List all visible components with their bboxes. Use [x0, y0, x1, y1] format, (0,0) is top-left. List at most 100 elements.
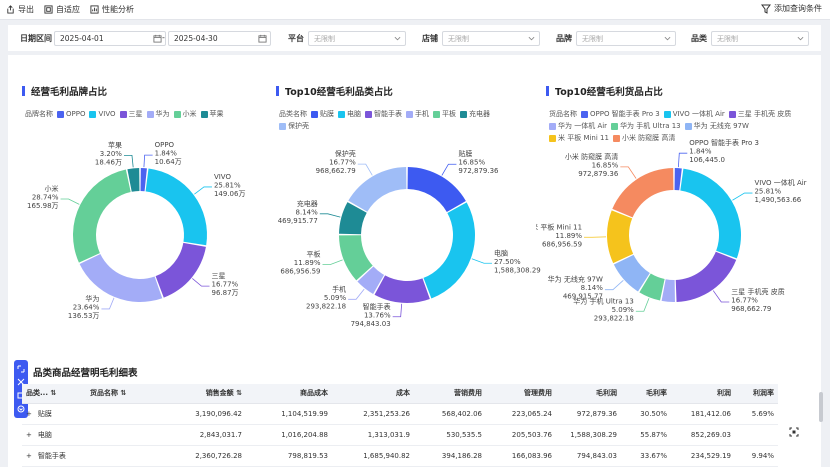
legend-swatch	[663, 110, 671, 118]
slice-label: 8.14%	[296, 208, 319, 216]
legend-item[interactable]: OPPO	[57, 110, 85, 118]
slice-label: 149.06万	[214, 190, 246, 198]
legend-item[interactable]: VIVO	[89, 110, 116, 118]
donut-slice[interactable]	[612, 168, 674, 218]
donut-slice[interactable]	[145, 168, 207, 246]
legend-item[interactable]: 充电器	[460, 109, 490, 119]
legend-item[interactable]: OPPO 智能手表 Pro 3	[581, 109, 660, 119]
slice-label: 16.77%	[731, 297, 758, 305]
legend-item[interactable]: 平板	[433, 109, 456, 119]
slice-label: 5.09%	[324, 294, 347, 302]
detail-table: 品类... ⇅ 货品名称 ⇅ 销售金额 ⇅ 商品成本 成本 营销费用 管理费用 …	[22, 384, 778, 467]
slice-label: 华为 无线充 97W	[548, 275, 603, 284]
leader-line	[441, 163, 457, 176]
col-header-category[interactable]: 品类... ⇅	[22, 384, 86, 404]
col-header-profit-rate[interactable]: 利润率	[735, 384, 778, 404]
value-cell: 166,083.96	[486, 445, 556, 467]
add-query-button[interactable]: 添加查询条件	[761, 3, 822, 14]
slice-label: 469,915.77	[563, 293, 603, 301]
col-header-profit[interactable]: 利润	[671, 384, 735, 404]
col-header-management[interactable]: 管理费用	[486, 384, 556, 404]
expand-plus-icon[interactable]: +	[26, 431, 32, 439]
chart3-title: Top10经营毛利货品占比	[546, 84, 663, 98]
leader-line	[319, 213, 341, 218]
legend-swatch	[728, 110, 736, 118]
slice-label: 1.84%	[155, 150, 178, 158]
donut-slice[interactable]	[607, 210, 634, 264]
date-start-input[interactable]: 2025-04-01	[54, 31, 166, 46]
legend-label: 电脑	[347, 110, 361, 118]
donut-slice[interactable]	[348, 167, 407, 212]
legend-label: 华为	[155, 110, 170, 118]
slice-label: 293,822.18	[594, 314, 634, 322]
platform-select[interactable]: 无限制	[308, 31, 406, 46]
col-header-goods-cost[interactable]: 商品成本	[246, 384, 332, 404]
col-header-product[interactable]: 货品名称 ⇅	[86, 384, 176, 404]
donut-slice[interactable]	[423, 202, 475, 299]
category-cell[interactable]: + 电脑	[22, 424, 86, 446]
expand-plus-icon[interactable]: +	[26, 410, 32, 418]
legend-item[interactable]: 小米	[173, 109, 197, 119]
col-header-gross-profit[interactable]: 毛利润	[556, 384, 621, 404]
slice-label: 平板	[306, 249, 320, 258]
fullscreen-button[interactable]	[786, 424, 802, 440]
donut-slice[interactable]	[73, 169, 131, 263]
category-select[interactable]: 无限制	[711, 31, 809, 46]
export-icon	[7, 5, 14, 14]
legend-item[interactable]: 苹果	[200, 109, 224, 119]
performance-icon	[90, 5, 99, 14]
legend-item[interactable]: 智能手表	[365, 109, 402, 119]
slice-label: 686,956.59	[280, 267, 320, 275]
donut-slice[interactable]	[374, 275, 430, 303]
date-end-input[interactable]: 2025-04-30	[168, 31, 271, 46]
legend-swatch	[173, 110, 181, 118]
value-cell: 33.67%	[621, 445, 671, 467]
fullscreen-icon	[789, 427, 799, 437]
calendar-icon	[153, 34, 162, 43]
col-header-gross-margin[interactable]: 毛利率	[621, 384, 671, 404]
col-header-marketing[interactable]: 营销费用	[414, 384, 486, 404]
table-row[interactable]: + 智能手表 2,360,726.28 798,819.53 1,685,940.82 3…	[22, 445, 778, 467]
table-scrollbar[interactable]	[819, 392, 823, 422]
slice-label: 智能手表	[363, 302, 391, 311]
legend-swatch	[279, 122, 286, 130]
table-row[interactable]: + 电脑 2,843,031.7 1,016,204.88 1,313,031.9 530…	[22, 424, 778, 446]
adapt-button[interactable]: 自适应	[44, 4, 80, 15]
product-cell	[86, 403, 176, 425]
legend-item[interactable]: VIVO 一体机 Air	[663, 109, 725, 119]
legend-item[interactable]: 三星 手机壳 皮质	[728, 109, 791, 119]
expand-plus-icon[interactable]: +	[26, 452, 32, 460]
value-cell: 798,819.53	[246, 445, 332, 467]
expand-icon[interactable]	[17, 365, 25, 373]
brand-select[interactable]: 无限制	[576, 31, 676, 46]
donut-slice[interactable]	[407, 167, 466, 212]
donut-slice[interactable]	[675, 251, 737, 302]
export-button[interactable]: 导出	[6, 4, 34, 15]
slice-label: 23.64%	[73, 303, 100, 311]
category-cell[interactable]: + 贴膜	[22, 403, 86, 425]
legend-item[interactable]: 三星	[119, 109, 143, 119]
donut-slice[interactable]	[140, 168, 147, 192]
col-header-cost[interactable]: 成本	[332, 384, 414, 404]
slice-label: 28.74%	[32, 193, 59, 201]
donut-slice[interactable]	[680, 168, 741, 259]
legend-item[interactable]: 华为	[146, 109, 170, 119]
legend-item[interactable]: 手机	[406, 109, 429, 119]
col-header-sales[interactable]: 销售金额 ⇅	[176, 384, 246, 404]
chevron-down-icon	[664, 36, 671, 41]
legend-swatch	[684, 122, 692, 130]
table-row[interactable]: + 贴膜 3,190,096.42 1,104,519.99 2,351,253.26 5…	[22, 403, 778, 425]
donut-slice[interactable]	[674, 168, 682, 191]
legend-item[interactable]: 贴膜	[311, 109, 334, 119]
shop-select[interactable]: 无限制	[442, 31, 540, 46]
category-cell[interactable]: + 智能手表	[22, 445, 86, 467]
donut-slice[interactable]	[155, 242, 206, 298]
performance-button[interactable]: 性能分析	[90, 4, 134, 15]
slice-label: VIVO 一体机 Air	[754, 178, 806, 187]
legend-swatch	[57, 110, 64, 118]
value-cell: 234,529.19	[671, 445, 735, 467]
legend-item[interactable]: 电脑	[338, 109, 361, 119]
filter-bar: 日期区间 2025-04-01 - 2025-04-30 平台 无限制 店铺 无…	[8, 25, 821, 51]
product-cell	[86, 424, 176, 446]
slice-label: 8.14%	[581, 284, 604, 292]
